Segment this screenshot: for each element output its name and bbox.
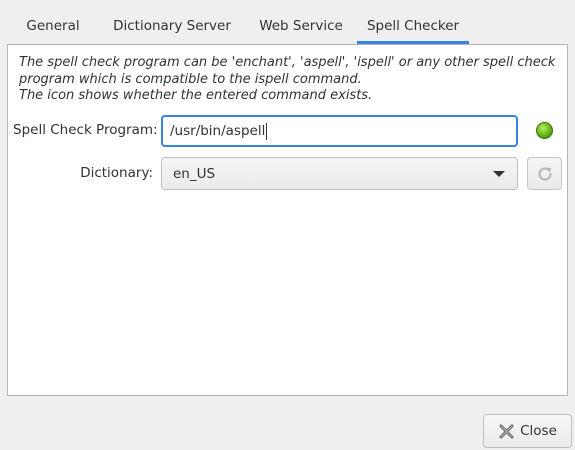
tab-dictionary-server-label: Dictionary Server (113, 17, 231, 34)
info-line-2: program which is compatible to the ispel… (19, 71, 362, 87)
spell-check-program-value: /usr/bin/aspell (170, 123, 266, 139)
tab-general-label: General (26, 17, 80, 34)
spell-checker-panel: The spell check program can be 'enchant'… (7, 44, 568, 396)
dictionary-dropdown[interactable]: en_US (161, 157, 518, 190)
close-button-label: Close (520, 423, 557, 439)
spell-check-program-label: Spell Check Program: (13, 122, 158, 138)
refresh-dictionaries-button[interactable] (527, 157, 562, 190)
tab-web-service-label: Web Service (259, 17, 343, 34)
info-line-3: The icon shows whether the entered comma… (19, 88, 373, 103)
command-exists-status-icon (536, 122, 553, 139)
spell-check-program-input[interactable]: /usr/bin/aspell (161, 115, 518, 147)
tab-web-service[interactable]: Web Service (245, 7, 357, 44)
dictionary-label: Dictionary: (80, 165, 153, 181)
dictionary-selected-value: en_US (173, 165, 216, 182)
text-caret (266, 122, 268, 140)
tab-spell-checker-label: Spell Checker (366, 17, 460, 34)
refresh-icon (537, 166, 552, 181)
close-button[interactable]: Close (483, 414, 572, 448)
info-line-1: The spell check program can be 'enchant'… (19, 55, 556, 70)
tab-bar: General Dictionary Server Web Service Sp… (7, 7, 567, 44)
tab-dictionary-server[interactable]: Dictionary Server (99, 7, 245, 44)
tab-general[interactable]: General (7, 7, 99, 44)
preferences-dialog: General Dictionary Server Web Service Sp… (0, 0, 575, 450)
close-icon (499, 424, 514, 438)
dropdown-arrow-icon (493, 171, 505, 177)
tab-spell-checker[interactable]: Spell Checker (357, 7, 469, 44)
info-text: The spell check program can be 'enchant'… (19, 55, 564, 105)
